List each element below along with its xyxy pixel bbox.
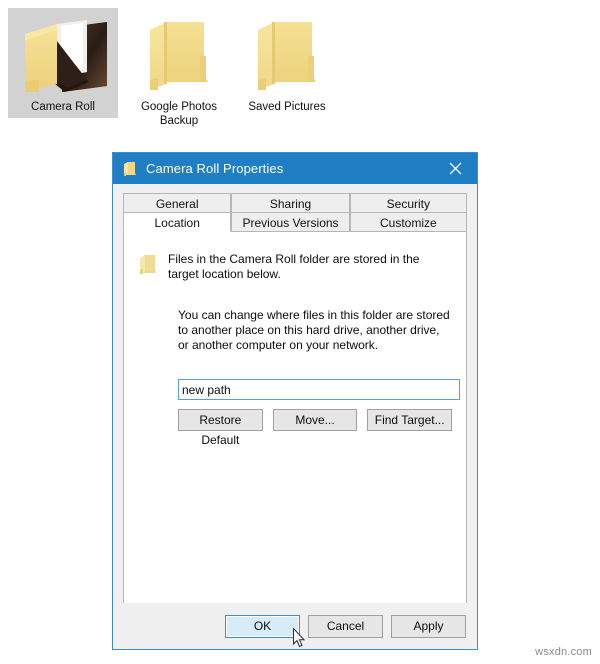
location-tab-panel: Files in the Camera Roll folder are stor… <box>123 232 467 619</box>
close-icon[interactable] <box>433 153 477 184</box>
desktop-icon-google-photos-backup[interactable]: Google Photos Backup <box>124 8 234 128</box>
folder-icon <box>232 8 342 96</box>
desktop-background: Camera Roll Google Photos Backup Saved P… <box>0 0 600 150</box>
tab-general[interactable]: General <box>123 193 232 213</box>
desktop-icon-saved-pictures[interactable]: Saved Pictures <box>232 8 342 114</box>
desktop-icon-label: Saved Pictures <box>248 101 326 113</box>
tab-previous-versions[interactable]: Previous Versions <box>231 212 350 232</box>
folder-open-photo-icon <box>8 8 118 96</box>
folder-icon <box>138 253 158 280</box>
folder-icon <box>124 8 234 96</box>
tab-row-bottom: Location Previous Versions Customize <box>123 212 467 232</box>
desktop-icon-label: Camera Roll <box>31 101 95 113</box>
tab-customize[interactable]: Customize <box>349 212 467 232</box>
dialog-tab-strip: General Sharing Security Location Previo… <box>113 184 477 232</box>
desktop-icon-camera-roll[interactable]: Camera Roll <box>8 8 118 118</box>
tab-security[interactable]: Security <box>349 193 467 213</box>
folder-path-input[interactable] <box>178 379 460 400</box>
folder-icon <box>123 161 137 176</box>
location-description-primary: Files in the Camera Roll folder are stor… <box>168 252 420 281</box>
location-info-row: Files in the Camera Roll folder are stor… <box>138 252 452 282</box>
apply-button[interactable]: Apply <box>391 614 466 638</box>
dialog-title-bar[interactable]: Camera Roll Properties <box>113 153 477 184</box>
desktop-icon-label: Google Photos Backup <box>140 101 218 127</box>
tab-location[interactable]: Location <box>123 212 232 232</box>
location-description-secondary: You can change where files in this folde… <box>178 308 450 352</box>
tab-row-top: General Sharing Security <box>123 193 467 213</box>
cancel-button[interactable]: Cancel <box>308 614 383 638</box>
camera-roll-properties-dialog: Camera Roll Properties General Sharing S… <box>112 152 478 650</box>
restore-default-button[interactable]: Restore Default <box>178 409 263 447</box>
dialog-footer: OK Cancel Apply <box>113 603 477 649</box>
find-target-button[interactable]: Find Target... <box>367 409 453 431</box>
watermark-text: wsxdn.com <box>535 646 592 658</box>
dialog-title: Camera Roll Properties <box>146 161 284 176</box>
location-action-buttons: Restore Default Move... Find Target... <box>178 409 453 447</box>
ok-button[interactable]: OK <box>225 614 300 638</box>
move-button[interactable]: Move... <box>272 409 358 431</box>
tab-sharing[interactable]: Sharing <box>231 193 350 213</box>
